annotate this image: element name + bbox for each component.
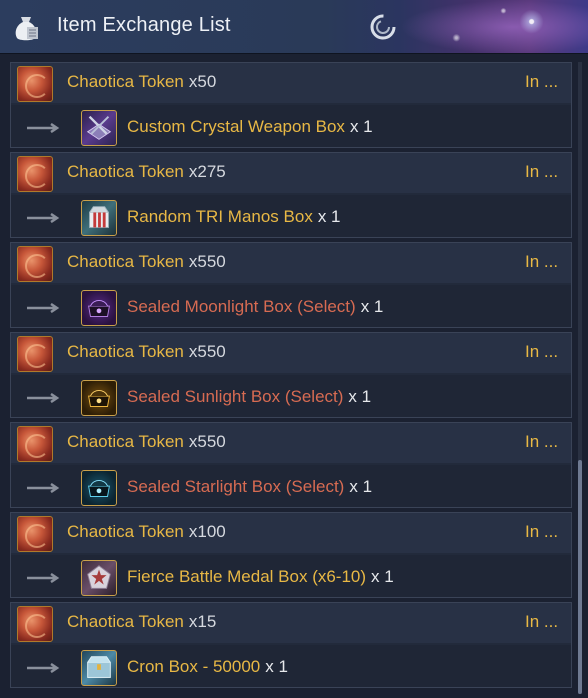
cost-quantity: x50 [188,72,217,91]
money-bag-icon [15,17,38,41]
arrow-right-icon [27,483,60,493]
chaotica-token-icon [17,516,53,552]
cost-item-name: Chaotica Token [67,162,184,181]
reward-item-name: Random TRI Manos Box [127,207,313,226]
cost-item-name: Chaotica Token [67,522,184,541]
exchange-entry[interactable]: Chaotica Token x100 In ... Fierce Battle … [10,512,572,598]
reward-quantity: x 1 [348,387,372,406]
reward-item-name: Sealed Starlight Box (Select) [127,477,345,496]
exchange-entry[interactable]: Chaotica Token x50 In ... Custom Crystal … [10,62,572,148]
status-link[interactable]: In ... [525,612,558,632]
cost-label: Chaotica Token x275 [67,162,226,182]
cost-label: Chaotica Token x550 [67,252,226,272]
arrow-right-icon [27,213,60,223]
cost-quantity: x15 [188,612,217,631]
moonlight-box-icon [81,290,117,326]
status-link[interactable]: In ... [525,522,558,542]
window-title: Item Exchange List [57,14,231,36]
reward-item-name: Fierce Battle Medal Box (x6-10) [127,567,367,586]
cost-quantity: x550 [188,432,226,451]
status-link[interactable]: In ... [525,432,558,452]
cost-quantity: x550 [188,342,226,361]
title-banner-art [400,0,588,53]
cost-item-name: Chaotica Token [67,252,184,271]
reward-quantity: x 1 [371,567,394,586]
status-link[interactable]: In ... [525,342,558,362]
reward-quantity: x 1 [349,477,373,496]
arrow-right-icon [27,663,60,673]
cost-quantity: x550 [188,252,226,271]
cost-label: Chaotica Token x100 [67,522,226,542]
reward-item-name: Sealed Sunlight Box (Select) [127,387,344,406]
reward-label: Sealed Starlight Box (Select) x 1 [127,477,372,497]
chaotica-token-icon [17,246,53,282]
arrow-right-icon [27,123,60,133]
cost-label: Chaotica Token x550 [67,342,226,362]
crystal-weapon-box-icon [81,110,117,146]
title-bar: Item Exchange List [0,0,588,54]
exchange-entry[interactable]: Chaotica Token x15 In ... Cron Box - 5000… [10,602,572,688]
chaotica-token-icon [17,66,53,102]
reward-label: Random TRI Manos Box x 1 [127,207,341,227]
reward-label: Sealed Moonlight Box (Select) x 1 [127,297,383,317]
reward-quantity: x 1 [349,117,373,136]
arrow-right-icon [27,303,60,313]
cost-label: Chaotica Token x50 [67,72,216,92]
chaotica-token-icon [17,156,53,192]
starlight-box-icon [81,470,117,506]
status-link[interactable]: In ... [525,72,558,92]
status-link[interactable]: In ... [525,162,558,182]
swirl-icon[interactable] [368,12,398,42]
exchange-entry[interactable]: Chaotica Token x550 In ... Sealed Moonlig… [10,242,572,328]
exchange-entry[interactable]: Chaotica Token x550 In ... Sealed Starlig… [10,422,572,508]
battle-medal-box-icon [81,560,117,596]
tri-manos-box-icon [81,200,117,236]
cost-item-name: Chaotica Token [67,432,184,451]
exchange-list: Chaotica Token x50 In ... Custom Crystal … [10,62,572,694]
reward-quantity: x 1 [317,207,341,226]
arrow-right-icon [27,573,60,583]
scrollbar-thumb[interactable] [578,460,582,694]
exchange-entry[interactable]: Chaotica Token x550 In ... Sealed Sunligh… [10,332,572,418]
reward-label: Fierce Battle Medal Box (x6-10) x 1 [127,567,394,587]
cost-quantity: x275 [188,162,226,181]
reward-item-name: Custom Crystal Weapon Box [127,117,345,136]
status-link[interactable]: In ... [525,252,558,272]
chaotica-token-icon [17,336,53,372]
arrow-right-icon [27,393,60,403]
reward-label: Custom Crystal Weapon Box x 1 [127,117,373,137]
cost-item-name: Chaotica Token [67,72,184,91]
cost-label: Chaotica Token x15 [67,612,216,632]
cost-item-name: Chaotica Token [67,342,184,361]
exchange-entry[interactable]: Chaotica Token x275 In ... Random TRI Man… [10,152,572,238]
cost-quantity: x100 [188,522,226,541]
reward-quantity: x 1 [360,297,384,316]
reward-item-name: Cron Box - 50000 [127,657,261,676]
reward-label: Sealed Sunlight Box (Select) x 1 [127,387,371,407]
reward-quantity: x 1 [265,657,288,676]
scrollbar[interactable] [578,62,582,694]
reward-item-name: Sealed Moonlight Box (Select) [127,297,356,316]
sunlight-box-icon [81,380,117,416]
cron-box-icon [81,650,117,686]
chaotica-token-icon [17,606,53,642]
cost-label: Chaotica Token x550 [67,432,226,452]
reward-label: Cron Box - 50000 x 1 [127,657,288,677]
chaotica-token-icon [17,426,53,462]
cost-item-name: Chaotica Token [67,612,184,631]
